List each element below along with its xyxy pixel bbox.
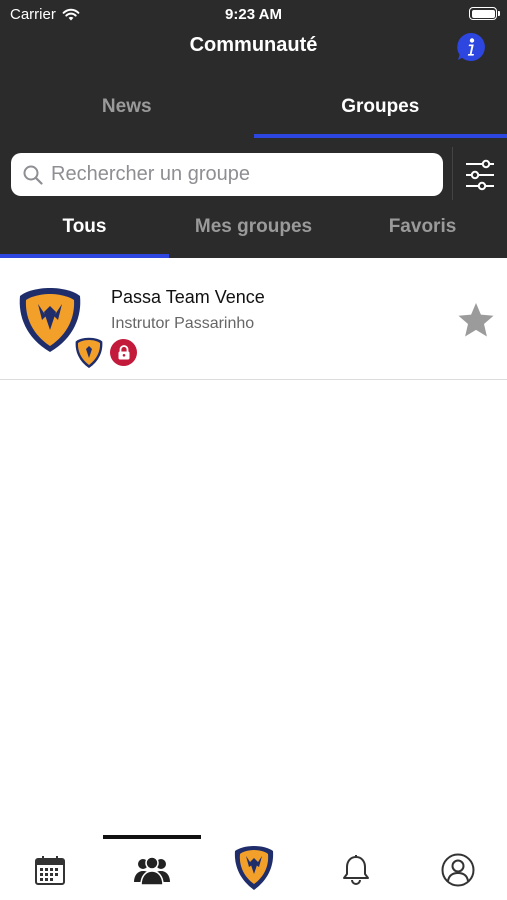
group-creator-avatar xyxy=(74,336,104,370)
club-logo-icon xyxy=(234,846,274,890)
divider xyxy=(452,147,453,200)
tab-mes-groupes[interactable]: Mes groupes xyxy=(169,205,338,258)
active-tab-indicator xyxy=(253,134,507,138)
star-icon xyxy=(458,303,494,337)
group-name: Passa Team Vence xyxy=(111,287,265,307)
active-nav-indicator xyxy=(103,835,201,839)
group-filter-tabs: Tous Mes groupes Favoris xyxy=(0,205,507,258)
tab-favoris[interactable]: Favoris xyxy=(338,205,507,258)
search-icon xyxy=(23,165,43,185)
filter-sliders-icon xyxy=(466,159,494,191)
tab-news-label: News xyxy=(101,96,152,117)
battery-icon xyxy=(469,7,500,20)
nav-notifications[interactable] xyxy=(336,850,376,890)
nav-club[interactable] xyxy=(234,846,274,890)
tab-groupes[interactable]: Groupes xyxy=(253,80,507,138)
info-icon xyxy=(457,33,485,61)
private-lock-badge xyxy=(110,339,137,366)
search-input[interactable]: Rechercher un groupe xyxy=(11,153,443,196)
tab-tous-label: Tous xyxy=(62,216,107,237)
community-icon xyxy=(134,856,170,886)
tab-tous[interactable]: Tous xyxy=(0,205,169,258)
bottom-navigation xyxy=(0,835,507,900)
profile-icon xyxy=(441,853,475,887)
page-title: Communauté xyxy=(189,34,318,56)
filter-button[interactable] xyxy=(462,157,498,193)
group-list-item[interactable]: Passa Team Vence Instrutor Passarinho xyxy=(0,258,507,380)
tab-groupes-label: Groupes xyxy=(341,96,420,117)
group-owner: Instrutor Passarinho xyxy=(111,315,255,332)
top-tab-bar: News Groupes xyxy=(0,80,507,138)
tab-mes-groupes-label: Mes groupes xyxy=(194,216,313,237)
lock-icon xyxy=(118,345,129,360)
calendar-icon xyxy=(35,856,65,885)
tab-favoris-label: Favoris xyxy=(388,216,457,237)
status-bar: Carrier 9:23 AM xyxy=(0,0,507,28)
nav-community[interactable] xyxy=(132,850,172,890)
status-time: 9:23 AM xyxy=(225,6,282,23)
bell-icon xyxy=(343,855,369,885)
info-button[interactable] xyxy=(456,32,486,62)
search-placeholder: Rechercher un groupe xyxy=(51,163,251,185)
tab-news[interactable]: News xyxy=(0,80,254,138)
nav-calendar[interactable] xyxy=(30,850,70,890)
favorite-button[interactable] xyxy=(457,302,495,338)
nav-profile[interactable] xyxy=(438,850,478,890)
